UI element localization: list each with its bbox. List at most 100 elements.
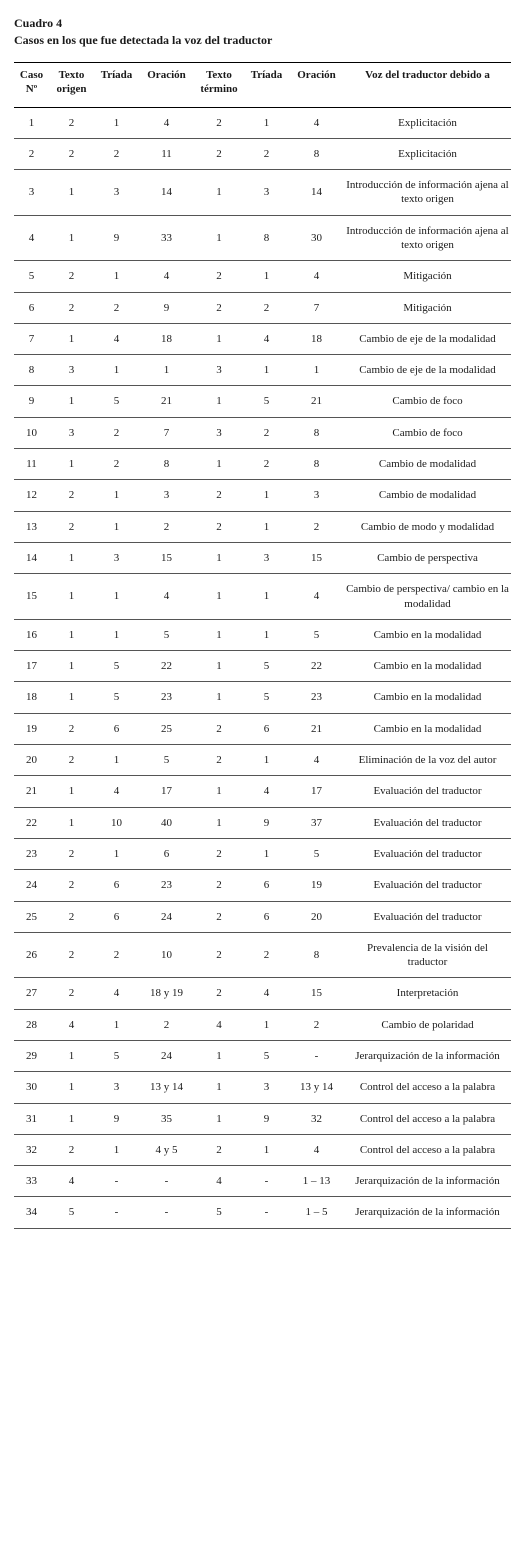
cell-value: 3 — [49, 355, 94, 386]
table-row: 313141314Introducción de información aje… — [14, 170, 511, 216]
cell-reason: Mitigación — [344, 292, 511, 323]
cell-value: 6 — [14, 292, 49, 323]
cell-value: 1 — [94, 261, 139, 292]
cell-value: 1 — [244, 619, 289, 650]
cell-value: 2 — [139, 511, 194, 542]
cell-value: 8 — [289, 417, 344, 448]
table-row: 12213213Cambio de modalidad — [14, 480, 511, 511]
cell-reason: Introducción de información ajena al tex… — [344, 215, 511, 261]
cell-value: 2 — [244, 292, 289, 323]
table-row: 2526242620Evaluación del traductor — [14, 901, 511, 932]
cell-value: 14 — [289, 170, 344, 216]
cell-value: 2 — [139, 1009, 194, 1040]
cell-value: 3 — [194, 355, 244, 386]
cell-value: 2 — [194, 838, 244, 869]
cell-value: 30 — [289, 215, 344, 261]
table-row: 2426232619Evaluación del traductor — [14, 870, 511, 901]
col-texto-termino: Texto término — [194, 63, 244, 108]
cell-value: 1 — [194, 574, 244, 620]
cell-value: 2 — [49, 480, 94, 511]
cell-value: 2 — [49, 978, 94, 1009]
cell-value: 2 — [194, 870, 244, 901]
cell-reason: Cambio de polaridad — [344, 1009, 511, 1040]
cell-reason: Jerarquización de la información — [344, 1041, 511, 1072]
cell-value: 8 — [289, 449, 344, 480]
cell-value: 1 — [49, 682, 94, 713]
cell-reason: Explicitación — [344, 107, 511, 138]
cell-value: 2 — [49, 292, 94, 323]
cell-value: 3 — [49, 417, 94, 448]
cell-value: 5 — [94, 682, 139, 713]
cell-value: 19 — [289, 870, 344, 901]
col-triada-2: Tríada — [244, 63, 289, 108]
cell-value: 2 — [194, 480, 244, 511]
cell-reason: Evaluación del traductor — [344, 776, 511, 807]
cell-value: 5 — [244, 682, 289, 713]
cell-value: 30 — [14, 1072, 49, 1103]
table-row: 29152415-Jerarquización de la informació… — [14, 1041, 511, 1072]
cell-reason: Control del acceso a la palabra — [344, 1134, 511, 1165]
cell-value: 5 — [139, 745, 194, 776]
cell-value: 1 — [49, 776, 94, 807]
cell-value: 5 — [244, 386, 289, 417]
cell-value: 1 — [194, 682, 244, 713]
cell-value: 37 — [289, 807, 344, 838]
cell-value: 10 — [139, 932, 194, 978]
cell-value: 2 — [244, 932, 289, 978]
cell-value: 16 — [14, 619, 49, 650]
cell-value: 2 — [244, 417, 289, 448]
cell-value: 1 – 5 — [289, 1197, 344, 1228]
table-row: 2114171417Evaluación del traductor — [14, 776, 511, 807]
cell-value: - — [94, 1197, 139, 1228]
cell-value: 22 — [289, 651, 344, 682]
table-row: 345--5-1 – 5Jerarquización de la informa… — [14, 1197, 511, 1228]
cell-value: 13 — [14, 511, 49, 542]
cell-value: 7 — [14, 323, 49, 354]
cell-reason: Cambio de eje de la modalidad — [344, 323, 511, 354]
cell-value: 4 — [139, 574, 194, 620]
cell-value: 2 — [194, 713, 244, 744]
cell-value: 23 — [14, 838, 49, 869]
table-row: 13212212Cambio de modo y modalidad — [14, 511, 511, 542]
table-row: 32214 y 5214Control del acceso a la pala… — [14, 1134, 511, 1165]
cell-value: 3 — [244, 170, 289, 216]
cell-value: 15 — [14, 574, 49, 620]
cell-reason: Evaluación del traductor — [344, 838, 511, 869]
cell-value: 18 — [139, 323, 194, 354]
cell-value: 24 — [139, 901, 194, 932]
cell-reason: Jerarquización de la información — [344, 1166, 511, 1197]
cell-value: 14 — [139, 170, 194, 216]
cell-value: 2 — [244, 138, 289, 169]
cell-value: 26 — [14, 932, 49, 978]
table-row: 10327328Cambio de foco — [14, 417, 511, 448]
cell-value: 8 — [244, 215, 289, 261]
table-row: 1413151315Cambio de perspectiva — [14, 542, 511, 573]
cell-value: 2 — [194, 932, 244, 978]
cell-value: 4 — [14, 215, 49, 261]
cell-value: 2 — [194, 511, 244, 542]
cell-value: 2 — [194, 978, 244, 1009]
cell-value: 2 — [14, 138, 49, 169]
cell-value: 23 — [289, 682, 344, 713]
cell-value: 31 — [14, 1103, 49, 1134]
cell-value: 21 — [14, 776, 49, 807]
cell-value: 6 — [94, 870, 139, 901]
cell-value: 33 — [139, 215, 194, 261]
cell-reason: Cambio de perspectiva/ cambio en la moda… — [344, 574, 511, 620]
cell-value: 33 — [14, 1166, 49, 1197]
table-row: 915211521Cambio de foco — [14, 386, 511, 417]
cell-value: 13 y 14 — [289, 1072, 344, 1103]
cell-value: 4 — [244, 323, 289, 354]
cell-value: - — [139, 1197, 194, 1228]
cell-value: 2 — [194, 745, 244, 776]
table-row: 28412412Cambio de polaridad — [14, 1009, 511, 1040]
cell-reason: Control del acceso a la palabra — [344, 1103, 511, 1134]
table-row: 272418 y 192415Interpretación — [14, 978, 511, 1009]
cell-value: 1 — [194, 807, 244, 838]
cell-value: 2 — [94, 417, 139, 448]
cell-value: 2 — [194, 292, 244, 323]
cell-value: 5 — [244, 651, 289, 682]
table-row: 1926252621Cambio en la modalidad — [14, 713, 511, 744]
cell-value: 25 — [139, 713, 194, 744]
cell-value: 9 — [94, 1103, 139, 1134]
